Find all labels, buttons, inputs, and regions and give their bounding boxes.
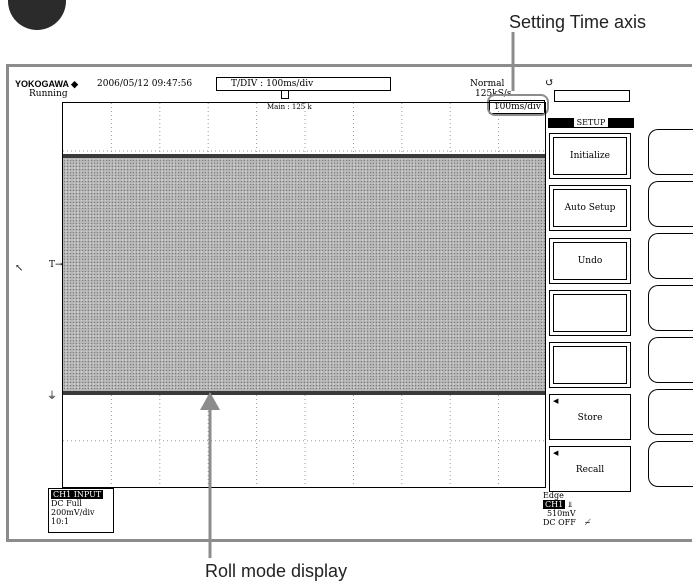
- callout-lines: [200, 32, 515, 558]
